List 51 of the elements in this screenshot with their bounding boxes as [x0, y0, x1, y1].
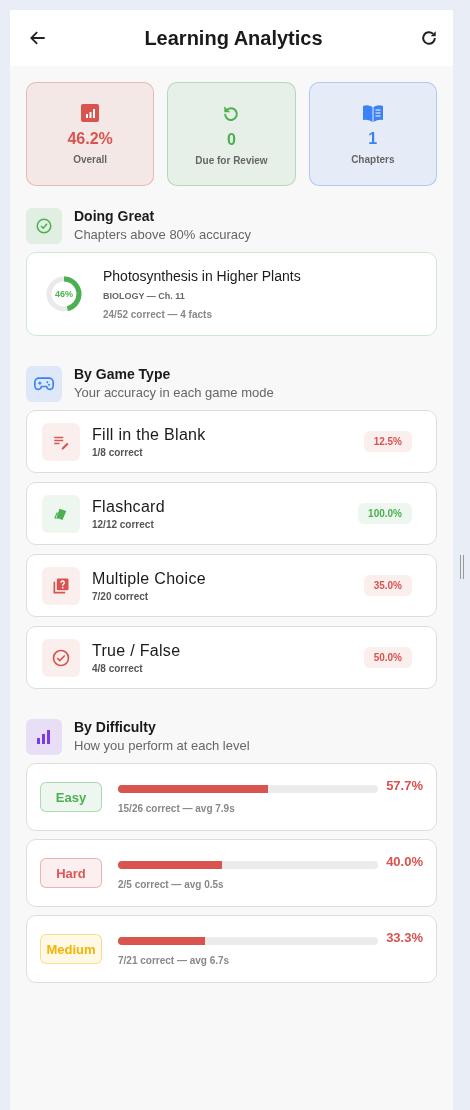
chapter-title: Photosynthesis in Higher Plants: [103, 268, 301, 284]
difficulty-tag: Medium: [40, 934, 102, 964]
accuracy-percent: 40.0%: [386, 854, 423, 869]
game-type-name: Flashcard: [92, 497, 166, 516]
chapter-card[interactable]: 46% Photosynthesis in Higher Plants BIOLOGY — Ch. 11 24/52 correct — 4 facts: [26, 252, 437, 336]
difficulty-detail: 2/5 correct — avg 0.5s: [118, 878, 225, 890]
game-type-card[interactable]: Multiple Choice 7/20 correct 35.0%: [26, 554, 437, 617]
difficulty-detail: 15/26 correct — avg 7.9s: [118, 802, 236, 814]
difficulty-tag: Easy: [40, 782, 102, 812]
gamepad-icon: [26, 366, 62, 402]
bar-chart-icon: [81, 103, 100, 122]
accuracy-percent: 33.3%: [386, 930, 423, 945]
game-type-name: Multiple Choice: [92, 569, 207, 588]
section-title: Doing Great: [74, 208, 156, 224]
section-subtitle: Your accuracy in each game mode: [74, 385, 274, 400]
ring-percent: 46%: [55, 289, 73, 299]
accuracy-badge: 35.0%: [363, 575, 412, 596]
difficulty-card[interactable]: Hard 2/5 correct — avg 0.5s 40.0%: [26, 839, 437, 907]
stat-value: 46.2%: [67, 129, 113, 148]
section-title: By Game Type: [74, 366, 172, 382]
stat-label: Due for Review: [195, 154, 268, 166]
game-type-detail: 1/8 correct: [92, 446, 144, 458]
stat-value: 1: [368, 129, 378, 148]
section-subtitle: How you perform at each level: [74, 738, 250, 753]
game-type-detail: 12/12 correct: [92, 518, 155, 530]
difficulty-card[interactable]: Easy 15/26 correct — avg 7.9s 57.7%: [26, 763, 437, 831]
game-type-card[interactable]: Fill in the Blank 1/8 correct 12.5%: [26, 410, 437, 473]
bar-chart-icon: [26, 719, 62, 755]
game-type-name: Fill in the Blank: [92, 425, 207, 444]
section-subtitle: Chapters above 80% accuracy: [74, 227, 252, 242]
game-type-detail: 7/20 correct: [92, 590, 150, 602]
section-title: By Difficulty: [74, 719, 157, 735]
book-icon: [361, 103, 384, 122]
difficulty-tag: Hard: [40, 858, 102, 888]
difficulty-card[interactable]: Medium 7/21 correct — avg 6.7s 33.3%: [26, 915, 437, 983]
game-type-card[interactable]: True / False 4/8 correct 50.0%: [26, 626, 437, 689]
stat-value: 0: [227, 130, 236, 149]
difficulty-detail: 7/21 correct — avg 6.7s: [118, 954, 231, 966]
game-type-card[interactable]: Flashcard 12/12 correct 100.0%: [26, 482, 437, 545]
game-type-detail: 4/8 correct: [92, 662, 144, 674]
accuracy-percent: 57.7%: [386, 778, 423, 793]
chapter-subject: BIOLOGY — Ch. 11: [103, 291, 186, 301]
chapter-detail: 24/52 correct — 4 facts: [103, 309, 213, 320]
accuracy-badge: 12.5%: [363, 431, 412, 452]
accuracy-badge: 50.0%: [363, 647, 412, 668]
page-title: Learning Analytics: [144, 26, 323, 50]
game-type-name: True / False: [92, 641, 182, 660]
stat-label: Chapters: [351, 153, 395, 165]
stat-label: Overall: [73, 153, 108, 165]
resize-handle[interactable]: [460, 555, 464, 579]
accuracy-badge: 100.0%: [358, 503, 412, 524]
